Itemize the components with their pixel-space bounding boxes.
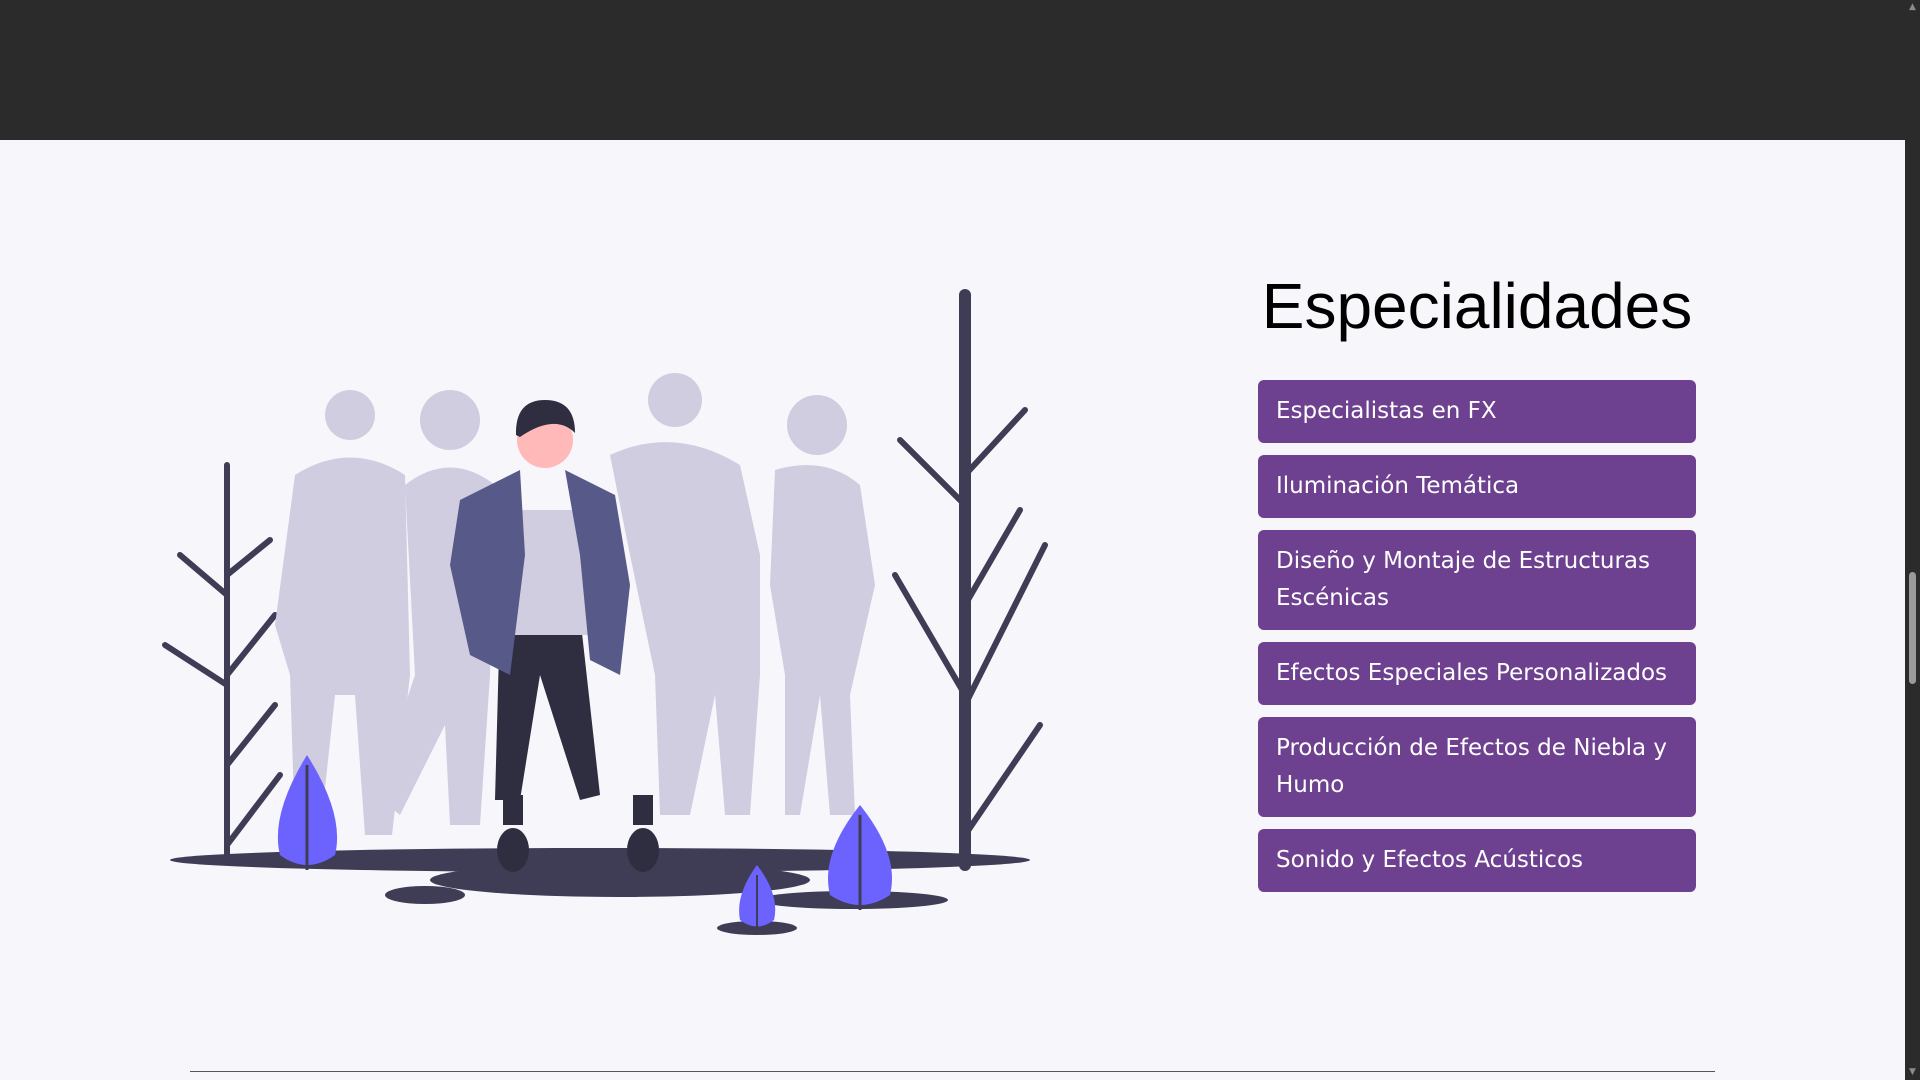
chevron-up-icon[interactable]: ▲ [1905,0,1920,15]
specialty-item[interactable]: Producción de Efectos de Niebla y Humo [1258,717,1696,817]
scrollbar-thumb[interactable] [1909,572,1916,684]
right-tree [892,289,1048,871]
chevron-down-icon[interactable]: ▼ [1905,1065,1920,1080]
specialty-item[interactable]: Diseño y Montaje de Estructuras Escénica… [1258,530,1696,630]
specialty-item[interactable]: Iluminación Temática [1258,455,1696,518]
team-illustration [162,289,1048,935]
left-tree [162,462,283,858]
specialty-item[interactable]: Sonido y Efectos Acústicos [1258,829,1696,892]
specialty-item[interactable]: Efectos Especiales Personalizados [1258,642,1696,705]
section-title: Especialidades [1261,270,1693,342]
vertical-scrollbar[interactable]: ▲ ▼ [1905,0,1920,1080]
top-header-bar [0,0,1905,140]
specialties-section: Especialidades Especialistas en FX Ilumi… [1258,260,1696,904]
specialty-item[interactable]: Especialistas en FX [1258,380,1696,443]
section-divider [190,1071,1715,1072]
specialties-list: Especialistas en FX Iluminación Temática… [1258,380,1696,892]
